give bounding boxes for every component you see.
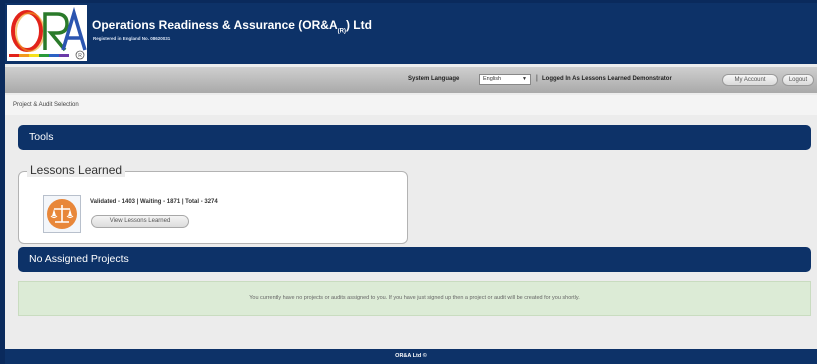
my-account-button[interactable]: My Account — [722, 74, 778, 86]
system-bar: System Language English ▼ | Logged In As… — [5, 67, 817, 93]
logout-button[interactable]: Logout — [782, 74, 814, 86]
main-content: Tools Lessons Learned Validated - 1403 |… — [5, 115, 817, 353]
no-projects-notice: You currently have no projects or audits… — [18, 281, 811, 316]
company-name: Operations Readiness & Assurance (OR&A(R… — [92, 18, 372, 35]
notice-text: You currently have no projects or audits… — [249, 295, 580, 301]
view-lessons-learned-button[interactable]: View Lessons Learned — [91, 215, 189, 228]
chevron-down-icon: ▼ — [522, 76, 527, 82]
ora-logo-graphic: R — [9, 6, 87, 60]
lessons-learned-panel: Lessons Learned Validated - 1403 | Waiti… — [18, 163, 408, 244]
system-language-label: System Language — [408, 76, 460, 82]
ora-logo[interactable]: R — [7, 5, 87, 61]
site-header: R Operations Readiness & Assurance (OR&A… — [5, 3, 817, 64]
language-select-value: English — [483, 76, 502, 82]
registration-text: Registered in England No. 08620031 — [93, 36, 171, 41]
footer-text: OR&A Ltd © — [395, 353, 427, 359]
breadcrumb-area: Project & Audit Selection — [5, 95, 817, 115]
scales-icon[interactable] — [43, 195, 81, 233]
lessons-learned-legend: Lessons Learned — [27, 163, 126, 177]
language-select[interactable]: English ▼ — [479, 74, 531, 85]
lessons-stats: Validated - 1403 | Waiting - 1871 | Tota… — [90, 199, 218, 205]
scales-icon-graphic — [47, 199, 77, 229]
site-footer: OR&A Ltd © — [5, 349, 817, 364]
svg-text:R: R — [78, 53, 82, 59]
projects-title: No Assigned Projects — [29, 253, 129, 265]
tools-title: Tools — [29, 131, 54, 143]
breadcrumb: Project & Audit Selection — [13, 102, 79, 108]
separator: | — [536, 75, 538, 82]
projects-section-header: No Assigned Projects — [18, 247, 811, 272]
logged-in-label: Logged In As Lessons Learned Demonstrato… — [542, 76, 672, 82]
app-frame: R Operations Readiness & Assurance (OR&A… — [5, 3, 817, 364]
tools-section-header: Tools — [18, 125, 811, 150]
